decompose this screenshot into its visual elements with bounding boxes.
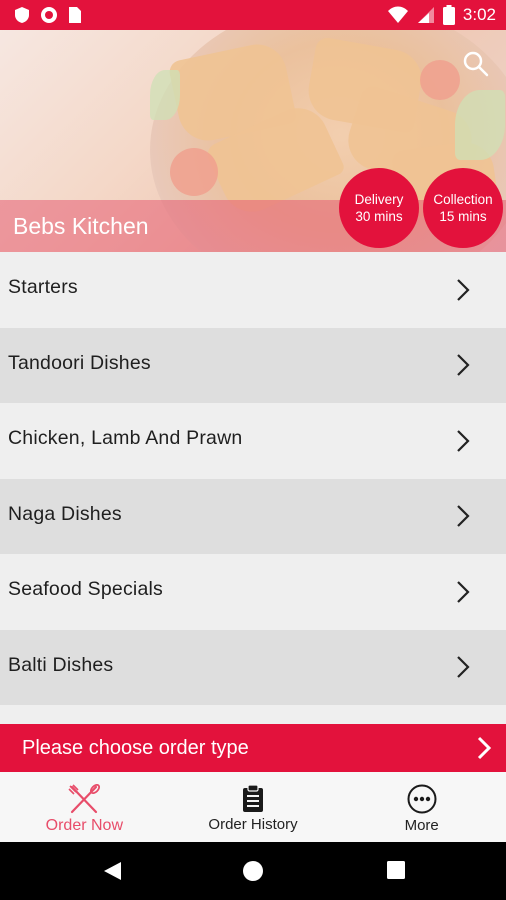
lettuce-image [455,90,505,160]
recents-icon[interactable] [386,860,406,880]
order-type-prompt: Please choose order type [22,736,249,759]
tomato-image [170,148,218,196]
chevron-right-icon [457,278,470,301]
tomato-image [420,60,460,100]
nav-order-history-label: Order History [208,816,298,833]
more-icon [407,784,437,814]
chevron-right-icon [457,580,470,603]
menu-category-chicken-lamb-prawn[interactable]: Chicken, Lamb And Prawn [0,403,506,479]
menu-category-label: Tandoori Dishes [8,351,151,374]
delivery-label: Delivery [354,192,404,207]
delivery-option-button[interactable]: Delivery 30 mins [339,168,419,248]
nav-order-now-label: Order Now [45,816,124,834]
nav-order-now[interactable]: Order Now [0,772,169,842]
shield-icon [15,7,29,23]
search-button[interactable] [460,48,492,80]
battery-icon [442,5,455,25]
nav-more-label: More [404,817,439,834]
system-icons: 3:02 [387,5,496,25]
delivery-time: 30 mins [355,209,403,224]
fork-knife-icon [68,783,101,813]
menu-category-seafood-specials[interactable]: Seafood Specials [0,554,506,630]
chevron-right-icon [457,429,470,452]
system-navigation-bar [0,842,506,900]
menu-category-label: Starters [8,276,78,299]
menu-category-naga-dishes[interactable]: Naga Dishes [0,478,506,554]
chevron-right-icon [457,505,470,528]
search-icon [463,51,489,77]
notification-icons [14,6,82,24]
menu-category-balti-dishes[interactable]: Balti Dishes [0,629,506,705]
status-bar: 3:02 [0,0,506,30]
restaurant-name: Bebs Kitchen [13,213,149,239]
menu-category-starters[interactable]: Starters [0,252,506,328]
signal-icon [417,7,434,23]
chevron-right-icon [477,736,492,760]
menu-category-label: Seafood Specials [8,578,163,601]
menu-category-tandoori-dishes[interactable]: Tandoori Dishes [0,327,506,403]
record-icon [41,7,57,23]
sim-icon [69,7,81,23]
menu-category-label: Balti Dishes [8,653,114,676]
chevron-right-icon [457,656,470,679]
clipboard-icon [243,785,263,812]
wifi-icon [387,6,408,23]
lettuce-image [150,70,180,120]
home-icon[interactable] [242,860,264,882]
nav-more[interactable]: More [337,772,506,842]
menu-category-label: Naga Dishes [8,502,122,525]
status-time: 3:02 [462,5,496,24]
bottom-navigation: Order Now Order History More [0,772,506,842]
collection-option-button[interactable]: Collection 15 mins [423,168,503,248]
collection-label: Collection [433,192,493,207]
back-icon[interactable] [101,860,123,882]
collection-time: 15 mins [439,209,487,224]
chevron-right-icon [457,354,470,377]
menu-category-list: Starters Tandoori Dishes Chicken, Lamb A… [0,252,506,705]
menu-category-label: Chicken, Lamb And Prawn [8,427,243,450]
nav-order-history[interactable]: Order History [169,772,338,842]
choose-order-type-banner[interactable]: Please choose order type [0,724,506,772]
